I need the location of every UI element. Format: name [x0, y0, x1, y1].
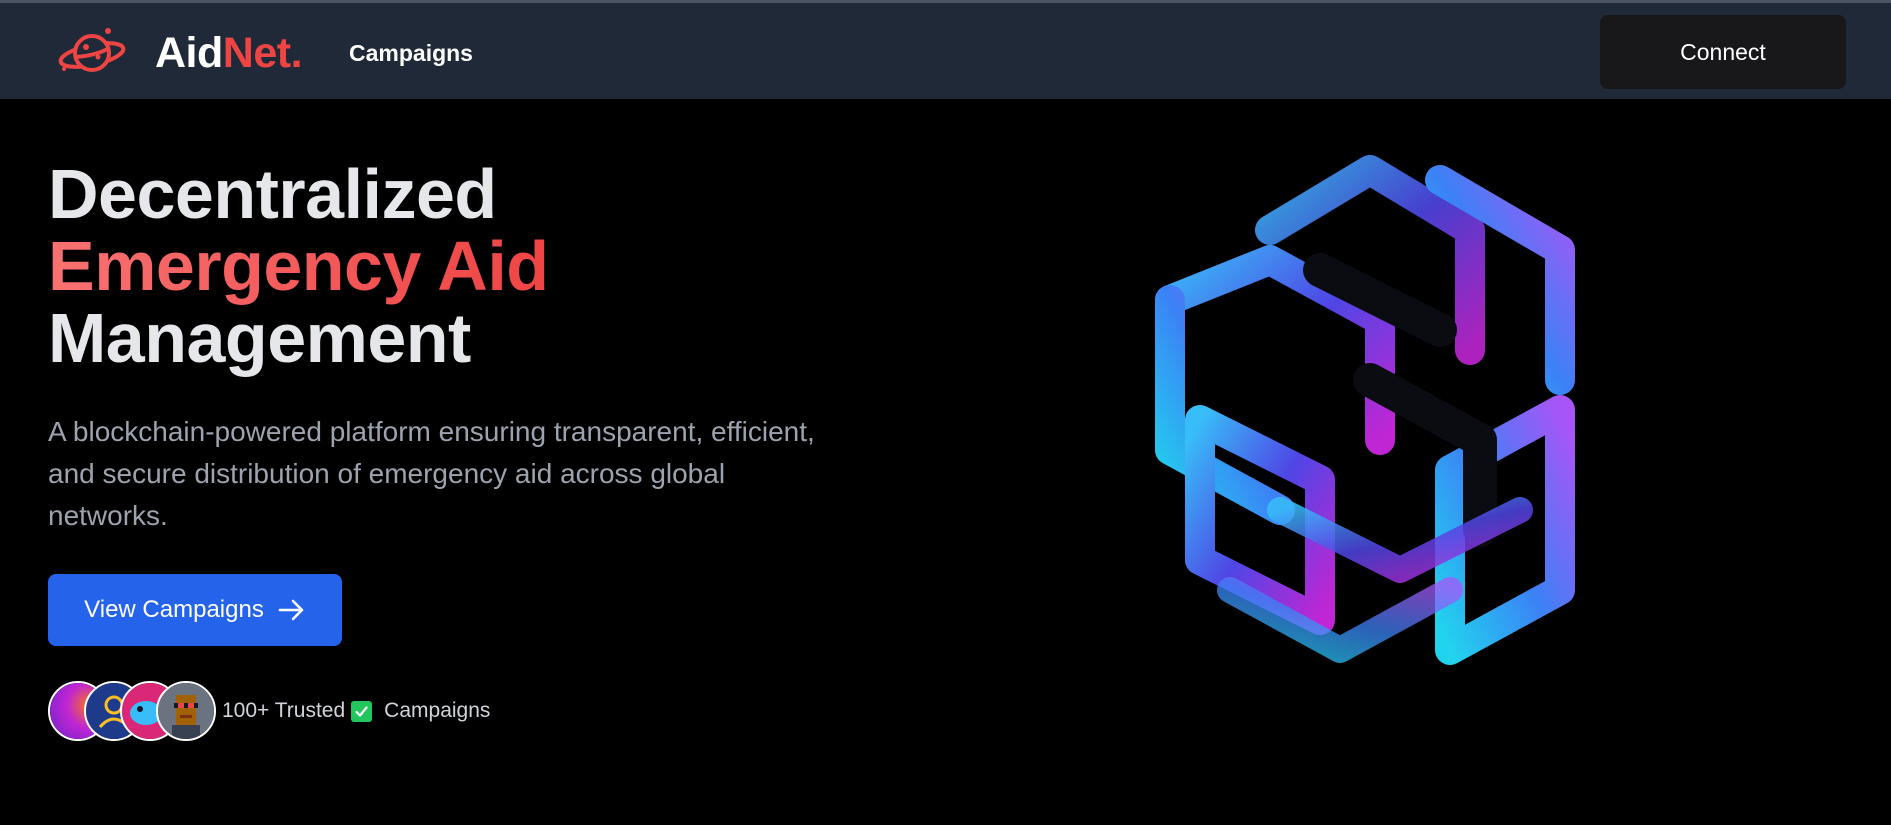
brand-name-accent: Net. [222, 29, 303, 77]
arrow-right-icon [278, 599, 304, 621]
trusted-count-text: 100+ Trusted [222, 699, 346, 722]
top-navbar: AidNet. Campaigns Connect [0, 3, 1891, 99]
avatar [156, 681, 216, 741]
hero-description: A blockchain-powered platform ensuring t… [48, 416, 815, 531]
view-campaigns-button[interactable]: View Campaigns [48, 574, 342, 646]
hero-title-line-2: Emergency Aid [48, 227, 549, 305]
trusted-campaigns-badge: 100+ Trusted Campaigns [222, 698, 490, 724]
nav-link-campaigns[interactable]: Campaigns [349, 39, 473, 67]
view-campaigns-label: View Campaigns [84, 596, 264, 623]
trusted-suffix-text: Campaigns [384, 699, 491, 722]
blockchain-cube-illustration [1155, 155, 1575, 665]
brand-logo[interactable]: AidNet. [155, 27, 303, 79]
brand-name-primary: Aid [155, 29, 223, 77]
check-icon [351, 700, 373, 722]
hero-title: Decentralized Emergency Aid Management [48, 158, 549, 374]
planet-logo-icon[interactable] [56, 25, 130, 79]
hero-title-line-3: Management [48, 299, 471, 377]
hero-title-line-1: Decentralized [48, 155, 497, 233]
connect-wallet-button[interactable]: Connect [1600, 15, 1846, 89]
